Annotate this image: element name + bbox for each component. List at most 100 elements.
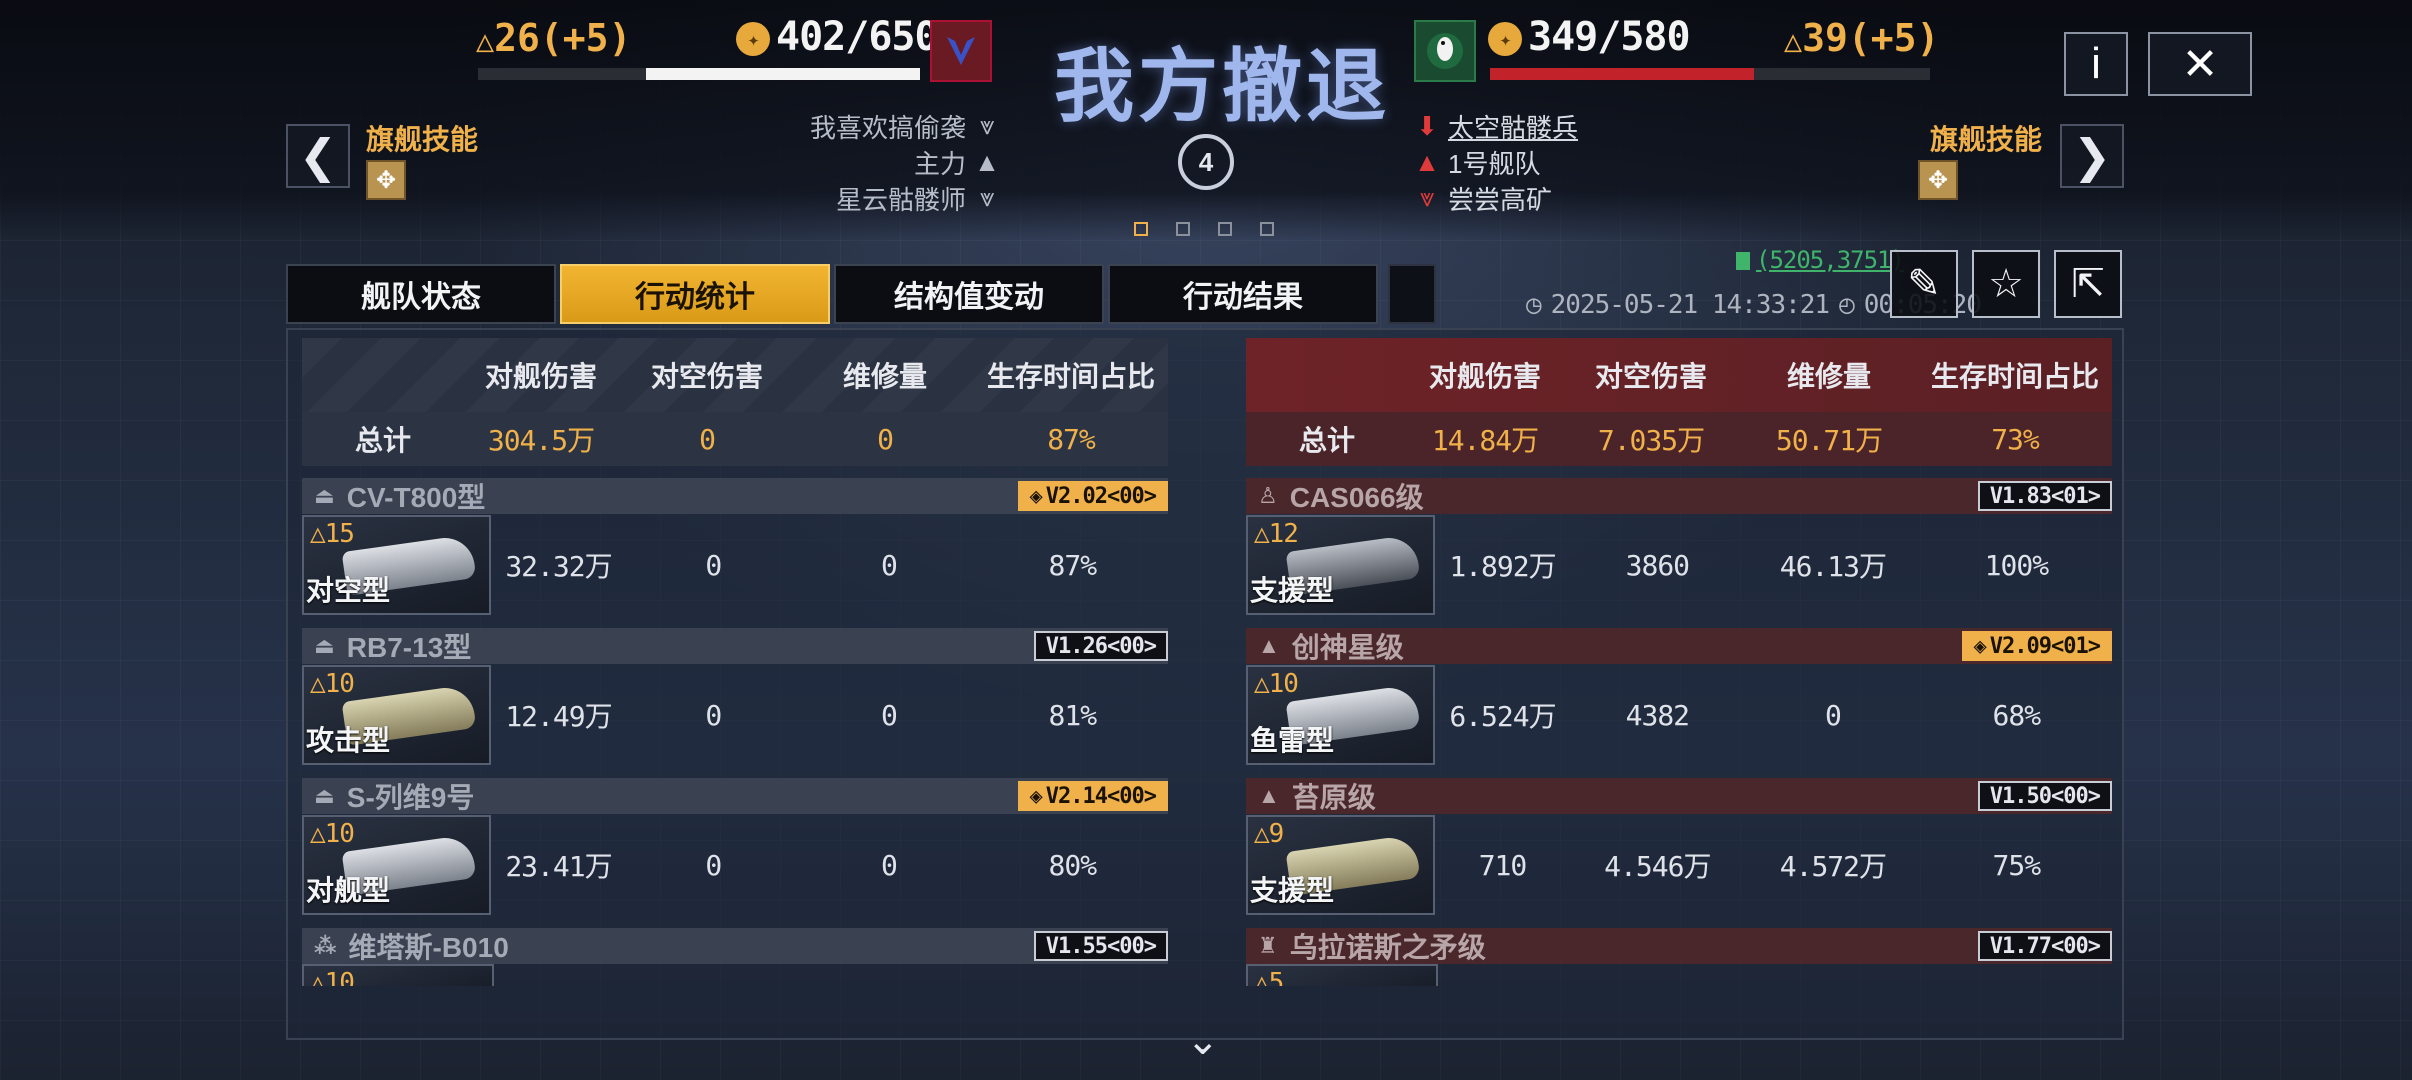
report-button[interactable]: ✎: [1890, 250, 1958, 318]
ship-class-icon: ⏏: [314, 633, 335, 658]
total-row: 总计 304.5万 0 0 87%: [302, 412, 1168, 466]
total-value: 0: [699, 422, 716, 456]
right-flagship-skill-label: 旗舰技能: [1930, 124, 2043, 155]
ship-card[interactable]: △10 对舰型: [302, 815, 492, 915]
coin-icon: ✦: [1488, 22, 1522, 56]
enemy-fleet-stats: 对舰伤害 对空伤害 维修量 生存时间占比 总计 14.84万 7.035万 50…: [1246, 338, 2112, 986]
ship-version-badge[interactable]: ◈ V2.09<01>: [1961, 631, 2112, 661]
ship-version-badge[interactable]: ◈ V2.02<00>: [1017, 481, 1168, 511]
ship-level: △10: [1254, 669, 1299, 699]
ship-card[interactable]: △12 支援型: [1246, 515, 1436, 615]
page-dot[interactable]: [1134, 222, 1148, 236]
close-button[interactable]: ✕: [2148, 32, 2252, 96]
ship-card[interactable]: △5: [1246, 964, 1438, 986]
total-value: 50.71万: [1775, 424, 1883, 457]
ship-value: 710: [1478, 848, 1528, 882]
tab-action-result[interactable]: 行动结果: [1108, 264, 1378, 324]
left-flagship-skill-label: 旗舰技能: [366, 124, 479, 155]
column-header: 对舰伤害 对空伤害 维修量 生存时间占比: [1246, 338, 2112, 412]
ship-type: 支援型: [1250, 575, 1335, 606]
ship-row[interactable]: △9 支援型 710 4.546万 4.572万 75%: [1246, 814, 2112, 916]
favorite-button[interactable]: ☆: [1972, 250, 2040, 318]
ship-type: 攻击型: [306, 725, 391, 756]
left-score-bar: [478, 68, 920, 80]
close-icon: ✕: [2181, 39, 2219, 89]
ship-value: 32.32万: [505, 550, 612, 583]
fleet-role-icon: ▲: [1414, 146, 1440, 177]
ship-level: △10: [310, 669, 355, 699]
ship-card[interactable]: △9 支援型: [1246, 815, 1436, 915]
page-dot[interactable]: [1176, 222, 1190, 236]
ship-row[interactable]: △12 支援型 1.892万 3860 46.13万 100%: [1246, 514, 2112, 616]
right-flagship-skill-icon[interactable]: ✥: [1918, 160, 1958, 200]
share-button[interactable]: ⇱: [2054, 250, 2122, 318]
ship-value: 80%: [1048, 848, 1098, 882]
tab-fleet-status[interactable]: 舰队状态: [286, 264, 556, 324]
col-ship-damage: 对舰伤害: [1428, 361, 1541, 392]
tab-bar: 舰队状态 行动统计 结构值变动 行动结果: [286, 264, 1378, 324]
ship-level: △10: [310, 968, 355, 986]
left-flagship-skill-icon[interactable]: ✥: [366, 160, 406, 200]
page-dot[interactable]: [1218, 222, 1232, 236]
ship-value: 4382: [1625, 698, 1690, 732]
right-player[interactable]: ▲ 1号舰队: [1414, 144, 1734, 180]
prev-button[interactable]: ❮: [286, 124, 350, 188]
right-score: ✦ 349/580: [1488, 14, 1691, 60]
right-fleet-level: △39(+5): [1784, 16, 1940, 60]
ship-version-badge[interactable]: V1.50<00>: [1977, 781, 2112, 811]
ship-version-badge[interactable]: V1.26<00>: [1033, 631, 1168, 661]
ship-class-icon: ⏏: [314, 783, 335, 808]
left-player[interactable]: 我喜欢搞偷袭 ⩔: [700, 108, 1000, 144]
ship-class-icon: ⁂: [314, 933, 337, 958]
ship-version-badge[interactable]: V1.55<00>: [1033, 931, 1168, 961]
left-player-list: 我喜欢搞偷袭 ⩔ 主力 ▲ 星云骷髅师 ⩔: [700, 108, 1000, 216]
fleet-role-icon: ⩔: [979, 182, 995, 212]
ship-version-badge[interactable]: V1.83<01>: [1977, 481, 2112, 511]
next-button[interactable]: ❯: [2060, 124, 2124, 188]
right-score-bar-fill: [1490, 68, 1754, 80]
battle-coordinate-link[interactable]: (5205,3751): [1756, 246, 1905, 274]
ship-value: 0: [880, 548, 898, 582]
ship-type: 对空型: [306, 575, 391, 606]
ship-card[interactable]: △10: [302, 964, 494, 986]
ship-value: 1.892万: [1449, 550, 1556, 583]
report-icon: ✎: [1907, 262, 1941, 306]
chevron-down-icon: ⌄: [1186, 1019, 1220, 1063]
round-indicator: 4: [1178, 134, 1234, 190]
ship-row[interactable]: △10 攻击型 12.49万 0 0 81%: [302, 664, 1168, 766]
ship-row[interactable]: △10 对舰型 23.41万 0 0 80%: [302, 814, 1168, 916]
chevron-left-icon: ❮: [298, 130, 338, 182]
total-value: 73%: [1991, 422, 2040, 456]
page-dot[interactable]: [1260, 222, 1274, 236]
tab-action-stats[interactable]: 行动统计: [560, 264, 830, 324]
left-score-bar-fill: [645, 68, 920, 80]
left-player[interactable]: 星云骷髅师 ⩔: [700, 180, 1000, 216]
ship-card[interactable]: △15 对空型: [302, 515, 492, 615]
ship-row[interactable]: △10 鱼雷型 6.524万 4382 0 68%: [1246, 664, 2112, 766]
ship-version-badge[interactable]: ◈ V2.14<00>: [1017, 781, 1168, 811]
ship-level: △10: [310, 819, 355, 849]
ship-type: 对舰型: [306, 875, 391, 906]
info-button[interactable]: i: [2064, 32, 2128, 96]
ship-value: 87%: [1048, 548, 1098, 582]
scroll-down-button[interactable]: ⌄: [1186, 1018, 1220, 1064]
ship-title: ♙ CAS066级 V1.83<01>: [1246, 478, 2112, 514]
ship-card[interactable]: △10 鱼雷型: [1246, 665, 1436, 765]
ship-row[interactable]: △5: [1246, 964, 2112, 986]
ship-title: ▲ 苔原级 V1.50<00>: [1246, 778, 2112, 814]
col-ship-damage: 对舰伤害: [484, 361, 597, 392]
battle-result-title: 我方撤退: [1054, 40, 1390, 133]
ship-row[interactable]: △15 对空型 32.32万 0 0 87%: [302, 514, 1168, 616]
fleet-role-icon: ⬇: [1416, 110, 1438, 141]
ship-level: △5: [1254, 968, 1284, 986]
ship-row[interactable]: △10: [302, 964, 1168, 986]
ship-version-badge[interactable]: V1.77<00>: [1977, 931, 2112, 961]
ship-value: 6.524万: [1449, 700, 1556, 733]
right-player[interactable]: ⩔ 尝尝高矿: [1414, 180, 1734, 216]
total-value: 14.84万: [1431, 424, 1539, 457]
tab-structure-change[interactable]: 结构值变动: [834, 264, 1104, 324]
right-player[interactable]: ⬇ 太空骷髅兵: [1414, 108, 1734, 144]
right-player-list: ⬇ 太空骷髅兵 ▲ 1号舰队 ⩔ 尝尝高矿: [1414, 108, 1734, 216]
ship-card[interactable]: △10 攻击型: [302, 665, 492, 765]
left-player[interactable]: 主力 ▲: [700, 144, 1000, 180]
